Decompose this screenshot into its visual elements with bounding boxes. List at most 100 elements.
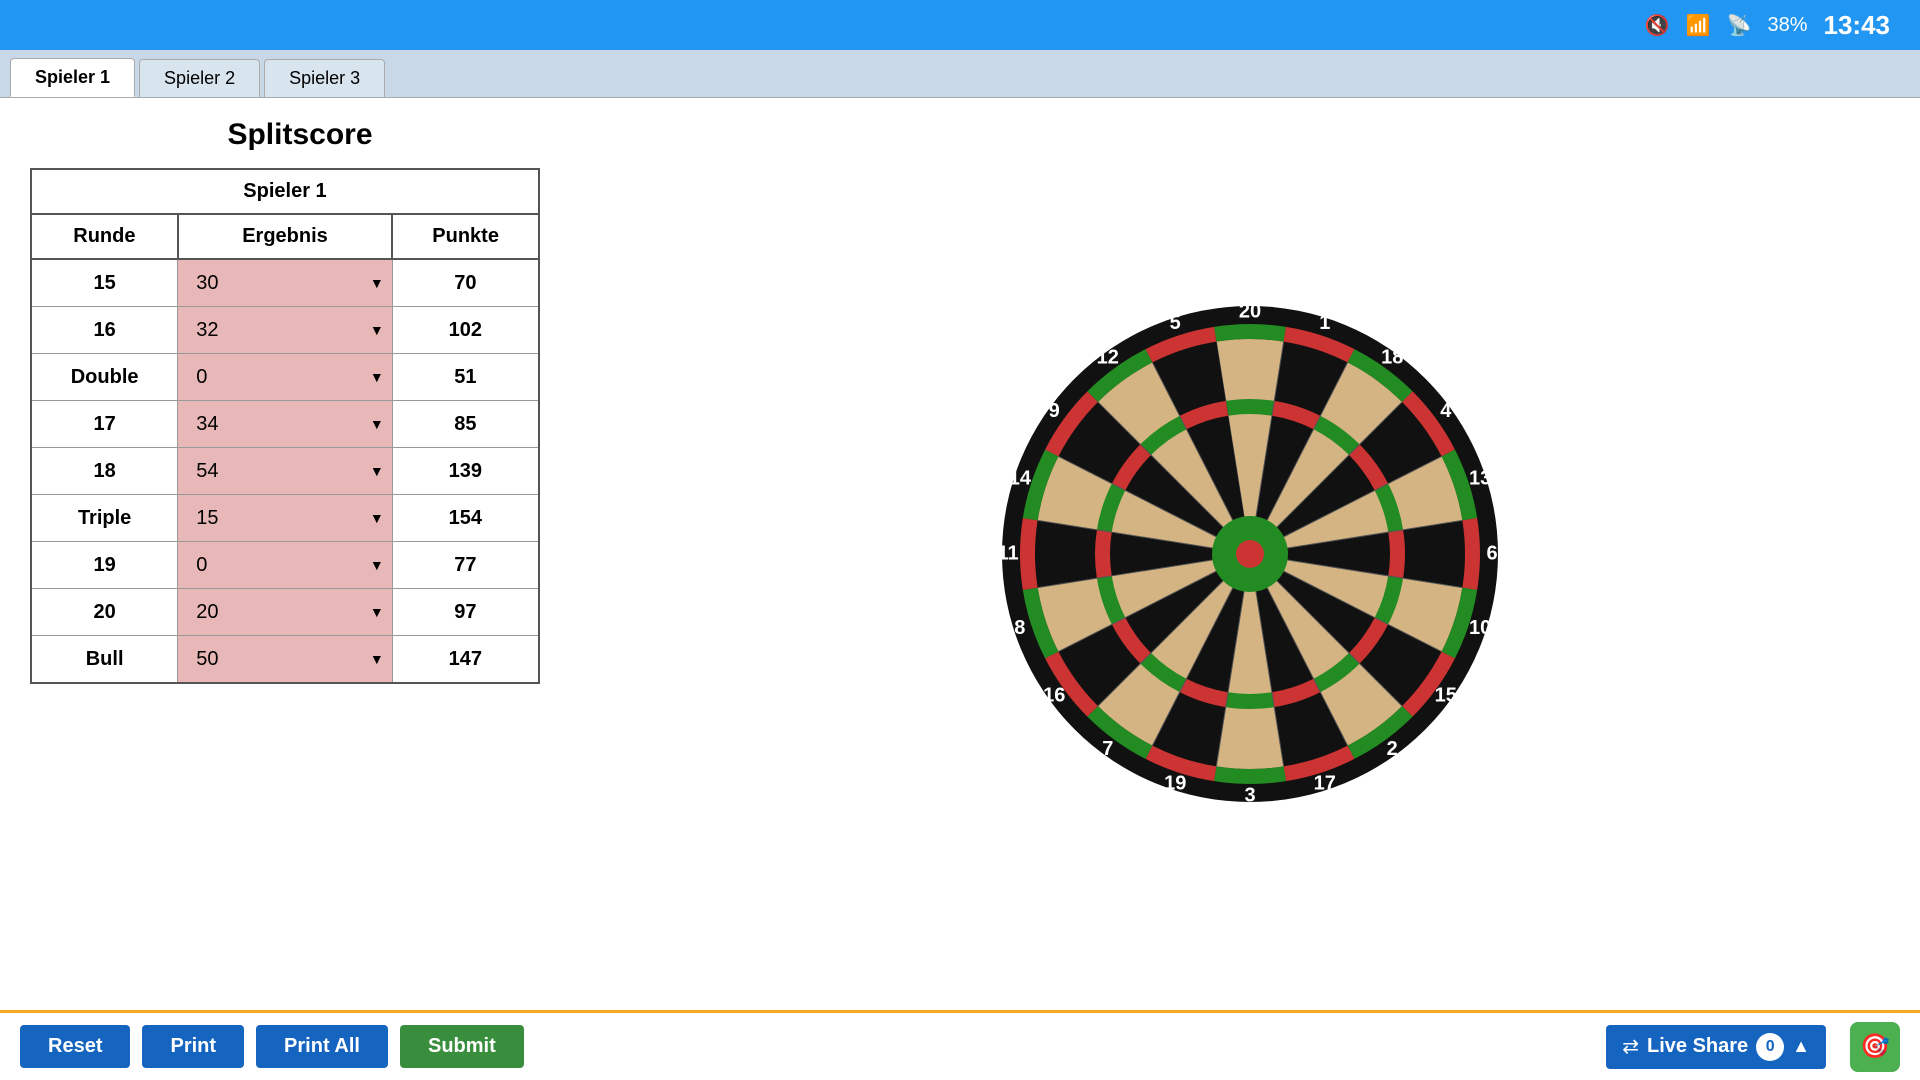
- ergebnis-cell[interactable]: 34▼: [178, 401, 392, 448]
- bluetooth-muted-icon: 🔇: [1645, 13, 1670, 38]
- sector-triple: [1226, 399, 1274, 416]
- runde-cell: 18: [31, 448, 178, 495]
- punkte-cell: 154: [392, 495, 539, 542]
- sector-double: [1214, 766, 1286, 784]
- ergebnis-cell[interactable]: 30▼: [178, 259, 392, 307]
- sector-number: 6: [1486, 542, 1497, 564]
- bottom-bar: Reset Print Print All Submit ⇄ Live Shar…: [0, 1010, 1920, 1080]
- main-content: Splitscore Spieler 1 Runde Ergebnis Punk…: [0, 98, 1920, 1010]
- tab-bar: Spieler 1 Spieler 2 Spieler 3: [0, 50, 1920, 98]
- score-table: Spieler 1 Runde Ergebnis Punkte 1530▼701…: [30, 168, 540, 684]
- sector-number: 12: [1097, 346, 1119, 368]
- sector-number: 17: [1314, 772, 1336, 794]
- tab-spieler3[interactable]: Spieler 3: [264, 59, 385, 97]
- runde-cell: Bull: [31, 636, 178, 684]
- punkte-cell: 97: [392, 589, 539, 636]
- chevron-up-icon: ▲: [1792, 1036, 1810, 1057]
- sector-number: 2: [1387, 738, 1398, 760]
- reset-button[interactable]: Reset: [20, 1025, 130, 1068]
- sector-double: [1020, 518, 1038, 590]
- runde-cell: Triple: [31, 495, 178, 542]
- punkte-cell: 147: [392, 636, 539, 684]
- page-title: Splitscore: [30, 118, 570, 152]
- punkte-cell: 77: [392, 542, 539, 589]
- sector-number: 7: [1102, 738, 1113, 760]
- col-header-ergebnis: Ergebnis: [178, 214, 392, 259]
- table-row: 1530▼70: [31, 259, 539, 307]
- ergebnis-select[interactable]: 20: [188, 597, 381, 627]
- wifi-icon: 📶: [1686, 13, 1711, 38]
- right-panel: 2011841361015217319716811149125: [610, 118, 1890, 990]
- ergebnis-cell[interactable]: 20▼: [178, 589, 392, 636]
- runde-cell: 20: [31, 589, 178, 636]
- app-icon: 🎯: [1850, 1022, 1900, 1072]
- sector-double: [1214, 324, 1286, 342]
- ergebnis-cell[interactable]: 0▼: [178, 354, 392, 401]
- sector-double: [1462, 518, 1480, 590]
- ergebnis-select[interactable]: 50: [188, 644, 381, 674]
- score-tbody: 1530▼701632▼102Double0▼511734▼851854▼139…: [31, 259, 539, 683]
- print-all-button[interactable]: Print All: [256, 1025, 388, 1068]
- ergebnis-cell[interactable]: 15▼: [178, 495, 392, 542]
- live-share-button[interactable]: ⇄ Live Share 0 ▲: [1606, 1025, 1826, 1069]
- ergebnis-cell[interactable]: 50▼: [178, 636, 392, 684]
- sector-number: 19: [1164, 772, 1186, 794]
- print-button[interactable]: Print: [142, 1025, 244, 1068]
- ergebnis-select[interactable]: 15: [188, 503, 381, 533]
- sector-number: 8: [1014, 617, 1025, 639]
- tab-spieler2[interactable]: Spieler 2: [139, 59, 260, 97]
- app-logo-icon: 🎯: [1860, 1032, 1890, 1061]
- sector-number: 15: [1435, 685, 1457, 707]
- ergebnis-select[interactable]: 0: [188, 550, 381, 580]
- table-row: 1632▼102: [31, 307, 539, 354]
- sector-number: 4: [1440, 400, 1452, 422]
- sector-triple: [1095, 530, 1112, 578]
- clock: 13:43: [1824, 10, 1891, 41]
- left-panel: Splitscore Spieler 1 Runde Ergebnis Punk…: [30, 118, 570, 990]
- col-header-punkte: Punkte: [392, 214, 539, 259]
- ergebnis-select[interactable]: 34: [188, 409, 381, 439]
- battery-text: 38%: [1767, 14, 1807, 37]
- ergebnis-cell[interactable]: 54▼: [178, 448, 392, 495]
- ergebnis-select[interactable]: 0: [188, 362, 381, 392]
- tab-spieler1[interactable]: Spieler 1: [10, 58, 135, 97]
- sector-number: 11: [997, 542, 1018, 564]
- runde-cell: Double: [31, 354, 178, 401]
- punkte-cell: 139: [392, 448, 539, 495]
- sector-triple: [1226, 692, 1274, 709]
- punkte-cell: 102: [392, 307, 539, 354]
- live-share-icon: ⇄: [1622, 1034, 1639, 1059]
- sector-number: 3: [1244, 784, 1255, 806]
- table-row: Double0▼51: [31, 354, 539, 401]
- runde-cell: 15: [31, 259, 178, 307]
- signal-icon: 📡: [1727, 13, 1752, 38]
- live-share-label: Live Share: [1647, 1035, 1748, 1058]
- runde-cell: 19: [31, 542, 178, 589]
- submit-button[interactable]: Submit: [400, 1025, 524, 1068]
- table-player-header: Spieler 1: [31, 169, 539, 214]
- punkte-cell: 70: [392, 259, 539, 307]
- live-share-count: 0: [1756, 1033, 1784, 1061]
- table-row: 1854▼139: [31, 448, 539, 495]
- runde-cell: 16: [31, 307, 178, 354]
- table-row: Bull50▼147: [31, 636, 539, 684]
- dartboard: 2011841361015217319716811149125: [990, 294, 1510, 814]
- punkte-cell: 85: [392, 401, 539, 448]
- status-bar: 🔇 📶 📡 38% 13:43: [0, 0, 1920, 50]
- ergebnis-select[interactable]: 32: [188, 315, 381, 345]
- sector-number: 5: [1170, 312, 1181, 334]
- ergebnis-cell[interactable]: 32▼: [178, 307, 392, 354]
- punkte-cell: 51: [392, 354, 539, 401]
- sector-number: 1: [1319, 312, 1330, 334]
- sector-number: 20: [1239, 300, 1261, 322]
- sector-number: 10: [1469, 617, 1491, 639]
- runde-cell: 17: [31, 401, 178, 448]
- table-row: 190▼77: [31, 542, 539, 589]
- ergebnis-select[interactable]: 30: [188, 268, 381, 298]
- ergebnis-select[interactable]: 54: [188, 456, 381, 486]
- ergebnis-cell[interactable]: 0▼: [178, 542, 392, 589]
- sector-number: 14: [1009, 467, 1032, 489]
- table-row: 2020▼97: [31, 589, 539, 636]
- sector-number: 9: [1049, 400, 1060, 422]
- col-header-runde: Runde: [31, 214, 178, 259]
